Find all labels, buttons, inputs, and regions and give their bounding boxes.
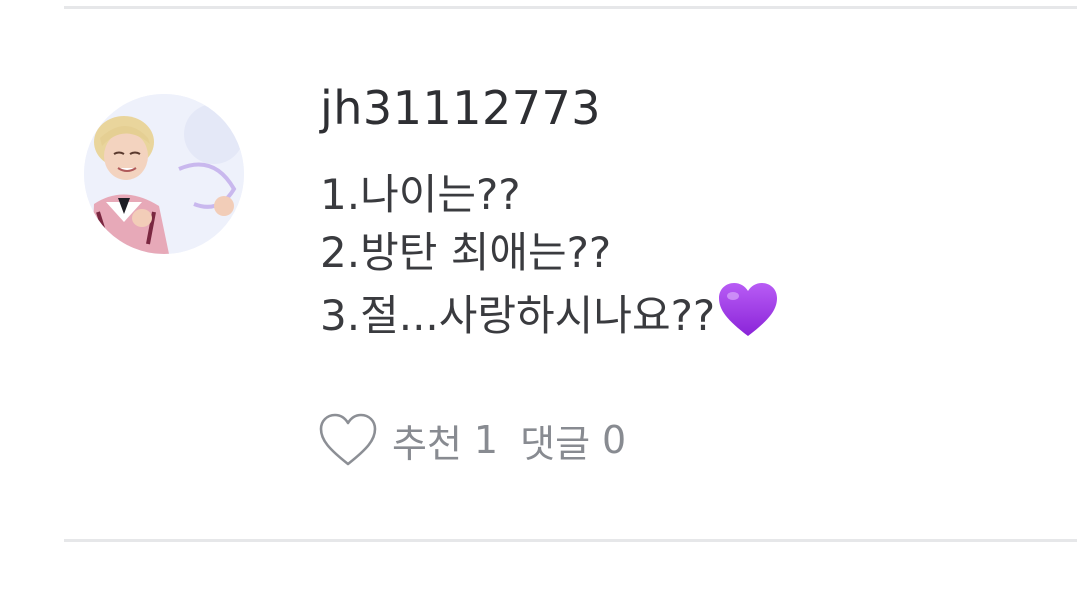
avatar[interactable] — [84, 94, 244, 254]
comment-actions: 추천 1 댓글 0 — [318, 412, 648, 468]
purple-heart-icon — [717, 282, 779, 353]
comment: jh31112773 1.나이는?? 2.방탄 최애는?? 3.절...사랑하시… — [320, 78, 1060, 353]
comment-body: 1.나이는?? 2.방탄 최애는?? 3.절...사랑하시나요?? — [320, 166, 1060, 353]
comment-line-text: 3.절...사랑하시나요?? — [320, 291, 716, 340]
avatar-photo — [84, 94, 244, 254]
top-divider — [64, 6, 1077, 9]
heart-outline-icon[interactable] — [318, 412, 378, 468]
comment-line: 1.나이는?? — [320, 170, 521, 219]
comment-line-with-emoji: 3.절...사랑하시나요?? — [320, 282, 1060, 353]
like-label[interactable]: 추천 — [392, 413, 462, 468]
comment-line: 2.방탄 최애는?? — [320, 228, 612, 277]
bottom-divider — [64, 539, 1077, 542]
like-count: 1 — [473, 418, 499, 462]
comment-username[interactable]: jh31112773 — [320, 78, 1060, 138]
reply-label[interactable]: 댓글 — [520, 413, 590, 468]
reply-count: 0 — [602, 418, 627, 462]
